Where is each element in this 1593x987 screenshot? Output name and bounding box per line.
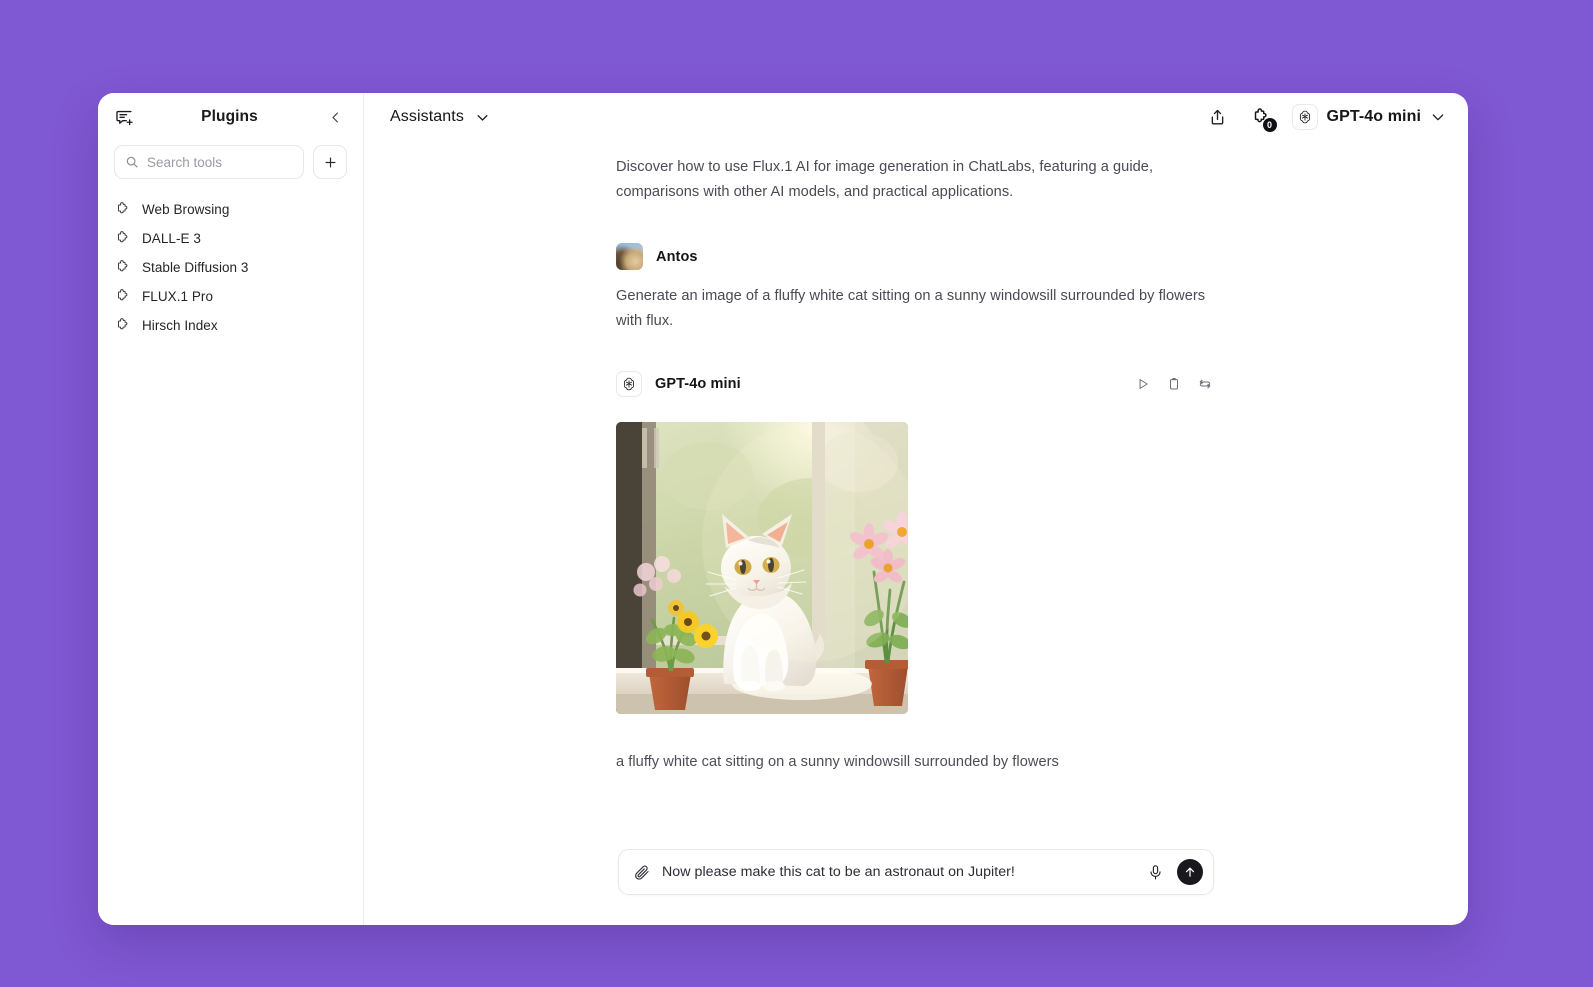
sidebar-item-hirsch-index[interactable]: Hirsch Index	[98, 311, 363, 340]
sidebar-item-flux-1-pro[interactable]: FLUX.1 Pro	[98, 282, 363, 311]
plugins-sidebar: Plugins Search tools Web Browsing DALL-E…	[98, 93, 364, 925]
plugins-button[interactable]: 0	[1248, 104, 1277, 132]
puzzle-icon	[114, 317, 131, 334]
plus-icon	[323, 155, 338, 170]
user-message-header: Antos	[616, 243, 1216, 270]
assistants-label: Assistants	[390, 108, 464, 125]
sidebar-item-label: DALL-E 3	[142, 231, 201, 246]
header-actions: 0 GPT-4o mini	[1204, 101, 1448, 133]
sidebar-item-web-browsing[interactable]: Web Browsing	[98, 195, 363, 224]
microphone-icon[interactable]	[1144, 861, 1166, 883]
avatar	[616, 243, 643, 270]
puzzle-icon	[114, 259, 131, 276]
generated-image-caption: a fluffy white cat sitting on a sunny wi…	[616, 754, 1059, 770]
sidebar-item-label: FLUX.1 Pro	[142, 289, 214, 304]
message-actions	[1132, 373, 1216, 395]
cat-windowsill-illustration	[616, 422, 908, 714]
add-tool-button[interactable]	[313, 145, 347, 179]
share-icon[interactable]	[1204, 103, 1232, 131]
sidebar-item-label: Web Browsing	[142, 202, 230, 217]
tool-list: Web Browsing DALL-E 3 Stable Diffusion 3	[98, 195, 363, 340]
user-name: Antos	[656, 248, 698, 265]
sidebar-title: Plugins	[201, 108, 258, 125]
plugins-count-badge: 0	[1262, 118, 1277, 132]
new-chat-icon[interactable]	[110, 103, 138, 131]
main-header: Assistants 0 GPT-4o mini	[364, 93, 1468, 141]
sidebar-search-row	[98, 141, 363, 179]
paperclip-icon[interactable]	[633, 863, 651, 881]
sidebar-item-stable-diffusion-3[interactable]: Stable Diffusion 3	[98, 253, 363, 282]
search-tools-box[interactable]	[114, 145, 304, 179]
chevron-down-icon	[475, 110, 490, 125]
sidebar-item-label: Stable Diffusion 3	[142, 260, 249, 275]
user-message-text: Generate an image of a fluffy white cat …	[616, 288, 1206, 329]
message-input[interactable]	[662, 864, 1133, 880]
model-selector[interactable]: GPT-4o mini	[1290, 101, 1448, 133]
sidebar-header: Plugins	[98, 93, 363, 141]
model-name-label: GPT-4o mini	[1326, 108, 1421, 125]
app-window: Plugins Search tools Web Browsing DALL-E…	[98, 93, 1468, 925]
sidebar-item-dall-e-3[interactable]: DALL-E 3	[98, 224, 363, 253]
play-icon[interactable]	[1132, 373, 1154, 395]
openai-logo-icon	[616, 371, 642, 397]
chevron-left-icon[interactable]	[321, 103, 349, 131]
openai-logo-icon	[1291, 104, 1318, 130]
message-thread: Discover how to use Flux.1 AI for image …	[616, 155, 1216, 770]
regenerate-icon[interactable]	[1194, 373, 1216, 395]
puzzle-icon	[114, 201, 131, 218]
search-input[interactable]	[147, 154, 293, 170]
assistant-name: GPT-4o mini	[655, 376, 741, 392]
send-button[interactable]	[1177, 859, 1203, 885]
arrow-up-icon	[1183, 865, 1197, 879]
generated-image[interactable]	[616, 422, 908, 714]
copy-icon[interactable]	[1163, 373, 1185, 395]
assistant-message-header: GPT-4o mini	[616, 371, 1216, 397]
composer-wrap	[364, 849, 1468, 895]
intro-text: Discover how to use Flux.1 AI for image …	[616, 159, 1154, 200]
message-composer[interactable]	[618, 849, 1214, 895]
chevron-down-icon	[1430, 109, 1446, 125]
puzzle-icon	[114, 230, 131, 247]
search-icon	[125, 155, 139, 169]
conversation-scroll[interactable]: Discover how to use Flux.1 AI for image …	[364, 141, 1468, 925]
sidebar-item-label: Hirsch Index	[142, 318, 218, 333]
assistants-dropdown[interactable]: Assistants	[386, 105, 494, 129]
puzzle-icon	[114, 288, 131, 305]
main-panel: Assistants 0 GPT-4o mini Discover how to…	[364, 93, 1468, 925]
